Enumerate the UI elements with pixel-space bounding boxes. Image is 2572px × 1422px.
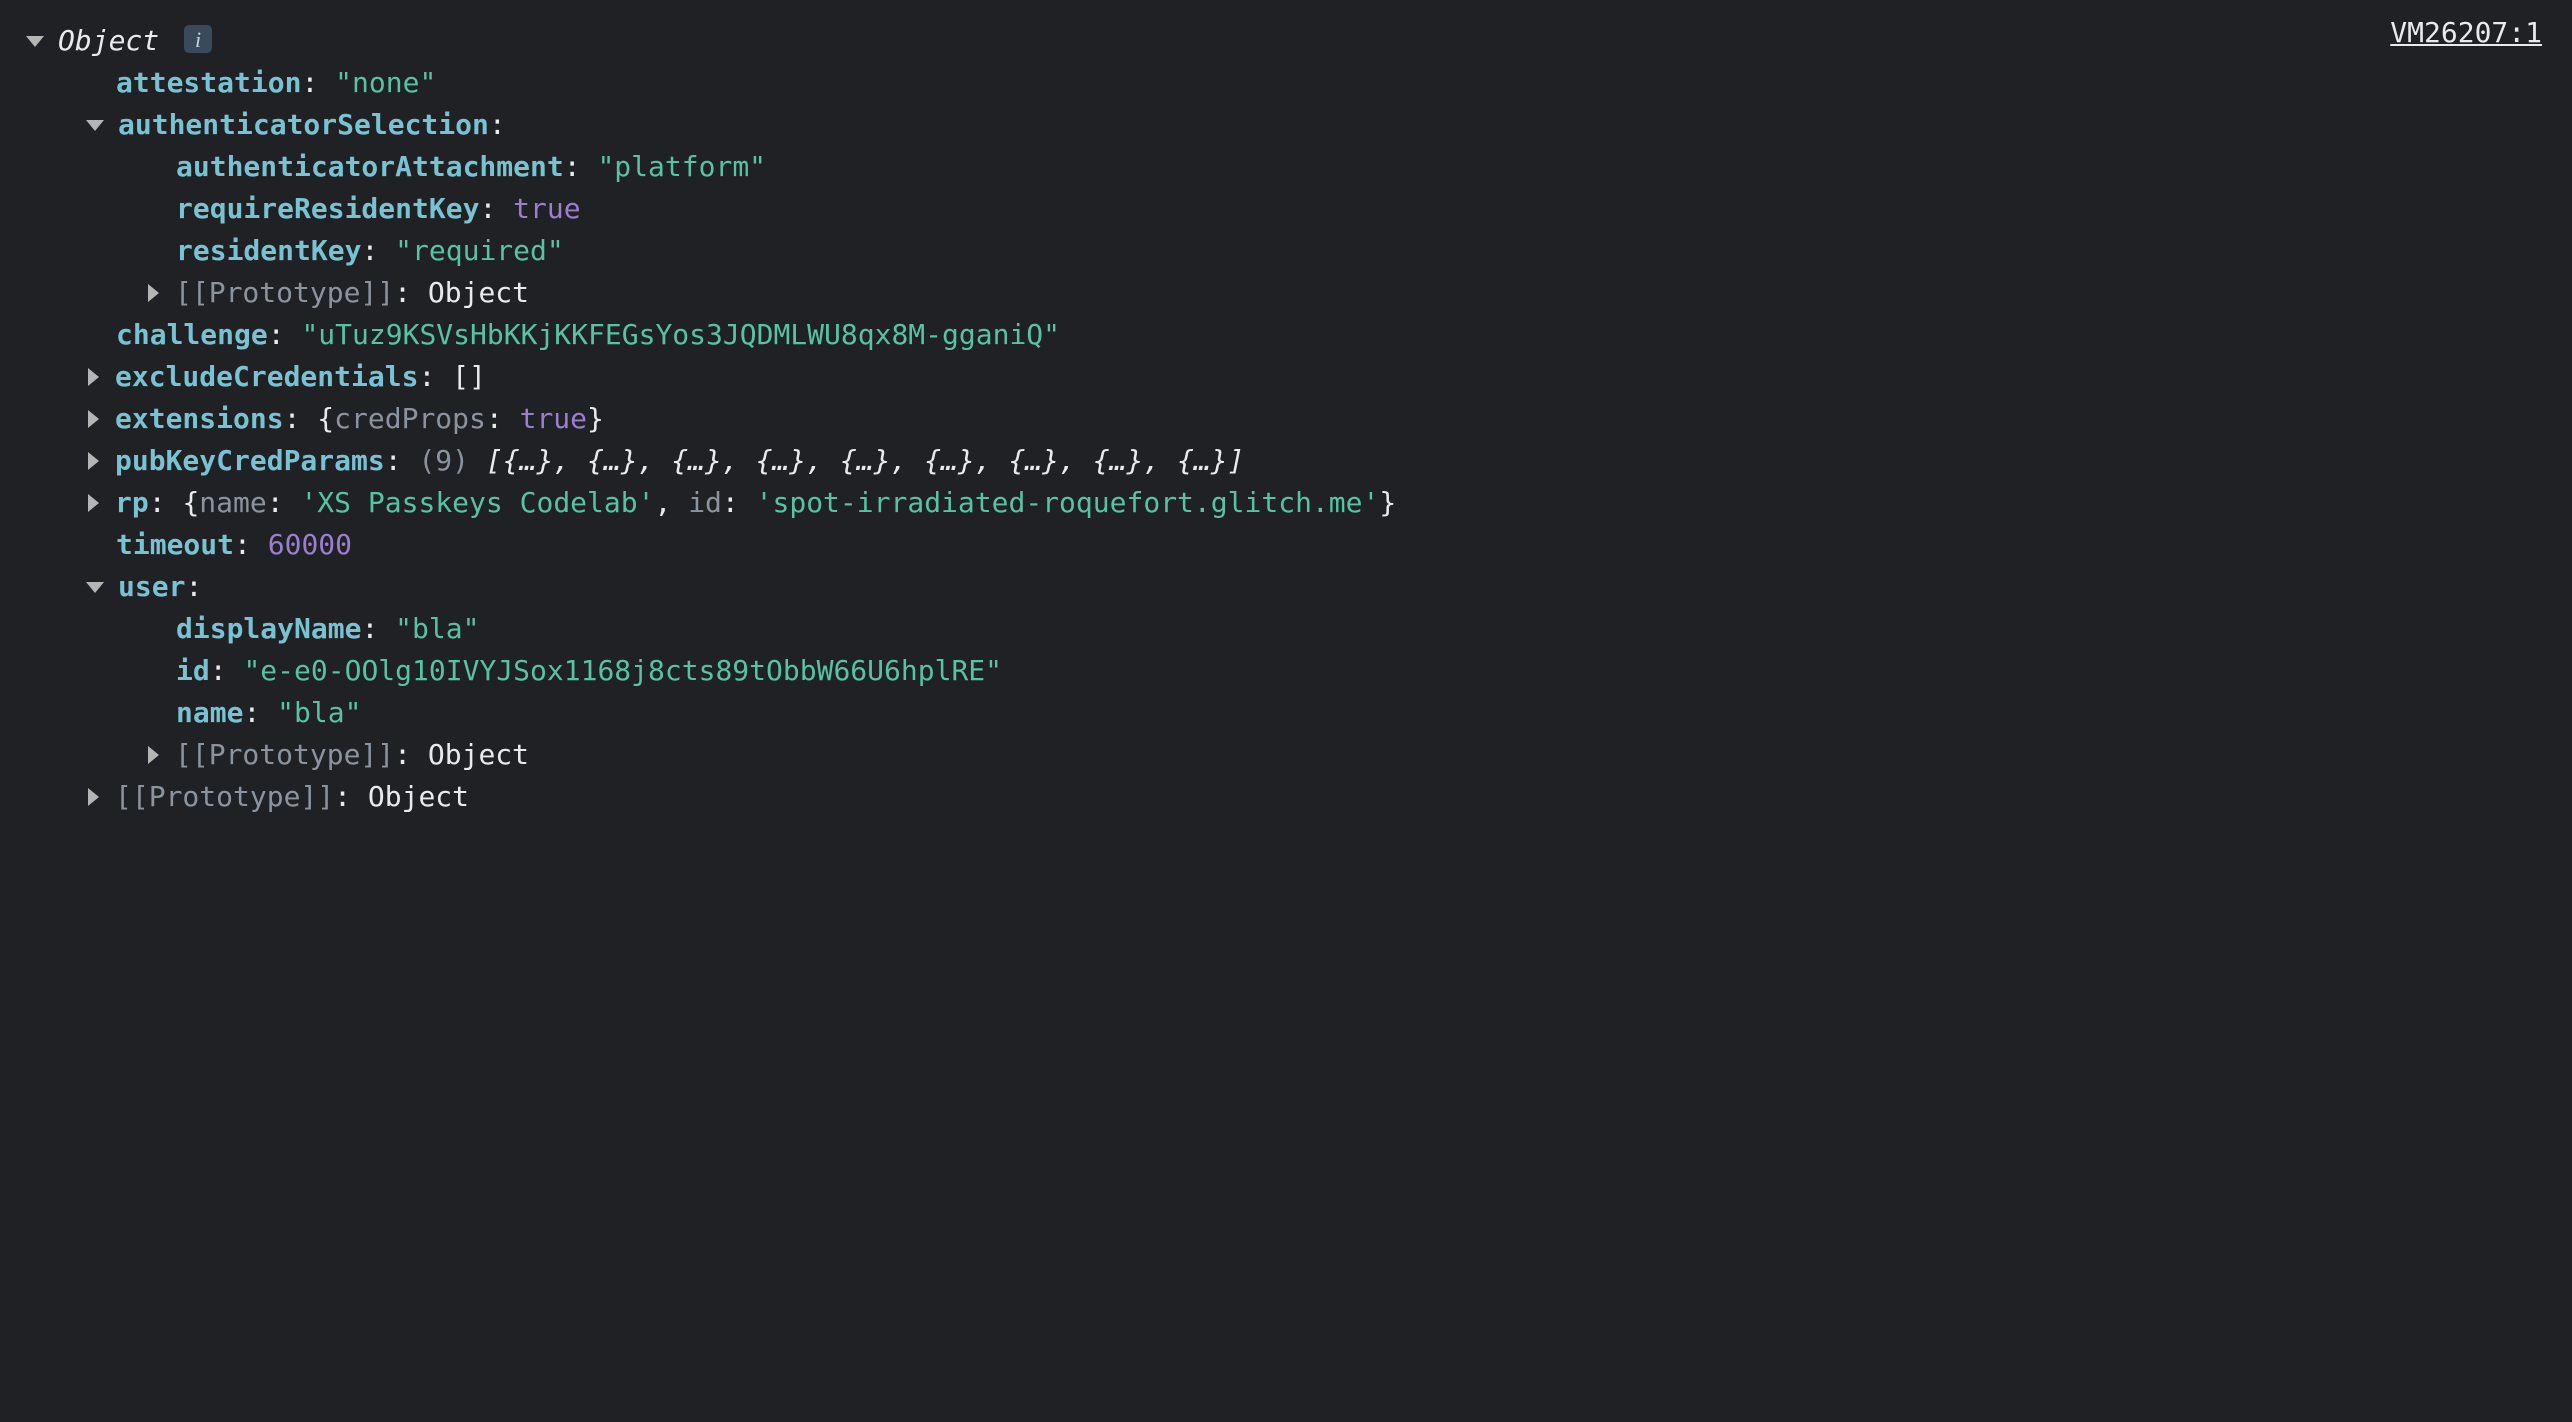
brace-open: { (317, 398, 334, 440)
property-value: "platform" (597, 146, 766, 188)
property-row[interactable]: challenge: "uTuz9KSVsHbKKjKKFEGsYos3JQDM… (20, 314, 2552, 356)
colon: : (243, 692, 277, 734)
colon: : (267, 482, 301, 524)
property-value: Object (428, 272, 529, 314)
property-row[interactable]: rp: {name: 'XS Passkeys Codelab', id: 's… (20, 482, 2552, 524)
property-key: requireResidentKey (176, 188, 479, 230)
source-link[interactable]: VM26207:1 (2390, 12, 2542, 54)
property-value: Object (368, 776, 469, 818)
chevron-right-icon[interactable] (148, 284, 159, 302)
property-row[interactable]: attestation: "none" (20, 62, 2552, 104)
property-row[interactable]: authenticatorAttachment: "platform" (20, 146, 2552, 188)
brace-close: } (1379, 482, 1396, 524)
colon: : (185, 566, 202, 608)
colon: : (394, 272, 428, 314)
property-key: id (176, 650, 210, 692)
property-row[interactable]: extensions: {credProps: true} (20, 398, 2552, 440)
chevron-down-icon[interactable] (26, 36, 44, 47)
chevron-right-icon[interactable] (88, 368, 99, 386)
colon: : (394, 734, 428, 776)
array-count: (9) (418, 440, 469, 482)
colon: : (301, 62, 335, 104)
colon: : (385, 440, 419, 482)
property-row[interactable]: [[Prototype]]: Object (20, 734, 2552, 776)
property-key: timeout (116, 524, 234, 566)
property-key: authenticatorAttachment (176, 146, 564, 188)
colon: : (149, 482, 183, 524)
property-key: challenge (116, 314, 268, 356)
colon: : (722, 482, 756, 524)
brace-close: } (587, 398, 604, 440)
property-key: residentKey (176, 230, 361, 272)
colon: : (564, 146, 598, 188)
property-row[interactable]: id: "e-e0-OOlg10IVYJSox1168j8cts89tObbW6… (20, 650, 2552, 692)
property-row[interactable]: pubKeyCredParams: (9) [{…}, {…}, {…}, {…… (20, 440, 2552, 482)
chevron-right-icon[interactable] (88, 452, 99, 470)
property-value: "none" (335, 62, 436, 104)
property-key: rp (115, 482, 149, 524)
object-label: Object (58, 20, 159, 62)
property-row[interactable]: [[Prototype]]: Object (20, 776, 2552, 818)
property-value: 60000 (268, 524, 352, 566)
property-value: [] (452, 356, 486, 398)
colon: : (361, 230, 395, 272)
property-row[interactable]: name: "bla" (20, 692, 2552, 734)
preview-value: 'spot-irradiated-roquefort.glitch.me' (756, 482, 1380, 524)
colon: : (479, 188, 513, 230)
colon: : (234, 524, 268, 566)
property-row[interactable]: requireResidentKey: true (20, 188, 2552, 230)
property-key: [[Prototype]] (115, 776, 334, 818)
colon: : (486, 398, 520, 440)
property-value: "e-e0-OOlg10IVYJSox1168j8cts89tObbW66U6h… (243, 650, 1002, 692)
preview-key: name (199, 482, 266, 524)
colon: : (284, 398, 318, 440)
property-row[interactable]: timeout: 60000 (20, 524, 2552, 566)
property-key: extensions (115, 398, 284, 440)
property-key: name (176, 692, 243, 734)
preview-key: id (688, 482, 722, 524)
property-key: displayName (176, 608, 361, 650)
preview-key: credProps (334, 398, 486, 440)
object-root-row[interactable]: Object i (20, 20, 2552, 62)
property-key: [[Prototype]] (175, 272, 394, 314)
property-row[interactable]: excludeCredentials: [] (20, 356, 2552, 398)
chevron-down-icon[interactable] (86, 582, 104, 593)
property-row[interactable]: user: (20, 566, 2552, 608)
brace-open: { (182, 482, 199, 524)
property-key: user (118, 566, 185, 608)
property-value: "required" (395, 230, 564, 272)
property-value: Object (428, 734, 529, 776)
colon: : (334, 776, 368, 818)
chevron-down-icon[interactable] (86, 120, 104, 131)
property-value: "bla" (277, 692, 361, 734)
info-icon[interactable]: i (184, 25, 212, 53)
property-row[interactable]: authenticatorSelection: (20, 104, 2552, 146)
property-value: "uTuz9KSVsHbKKjKKFEGsYos3JQDMLWU8qx8M-gg… (301, 314, 1060, 356)
property-key: pubKeyCredParams (115, 440, 385, 482)
property-key: attestation (116, 62, 301, 104)
colon: : (210, 650, 244, 692)
property-row[interactable]: residentKey: "required" (20, 230, 2552, 272)
colon: : (268, 314, 302, 356)
property-value: "bla" (395, 608, 479, 650)
array-preview: [{…}, {…}, {…}, {…}, {…}, {…}, {…}, {…},… (469, 440, 1244, 482)
chevron-right-icon[interactable] (148, 746, 159, 764)
chevron-right-icon[interactable] (88, 494, 99, 512)
property-key: [[Prototype]] (175, 734, 394, 776)
colon: : (489, 104, 506, 146)
preview-value: 'XS Passkeys Codelab' (300, 482, 654, 524)
spacer (159, 20, 176, 62)
property-value: true (513, 188, 580, 230)
property-row[interactable]: displayName: "bla" (20, 608, 2552, 650)
property-key: authenticatorSelection (118, 104, 489, 146)
colon: : (418, 356, 452, 398)
comma: , (654, 482, 688, 524)
property-row[interactable]: [[Prototype]]: Object (20, 272, 2552, 314)
chevron-right-icon[interactable] (88, 410, 99, 428)
chevron-right-icon[interactable] (88, 788, 99, 806)
colon: : (361, 608, 395, 650)
preview-value: true (520, 398, 587, 440)
property-key: excludeCredentials (115, 356, 418, 398)
